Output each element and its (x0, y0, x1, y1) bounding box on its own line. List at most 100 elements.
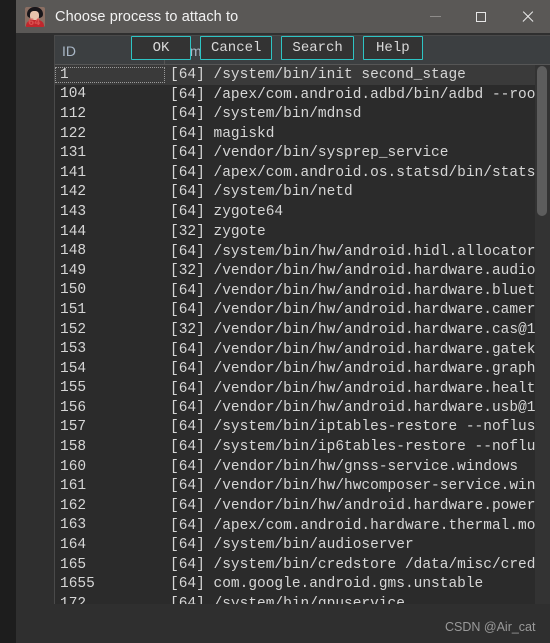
cell-process-id: 162 (60, 497, 87, 514)
table-row[interactable]: 1 [64] /system/bin/init second_stage (55, 65, 536, 85)
table-row[interactable]: 104 [64] /apex/com.android.adbd/bin/adbd … (55, 85, 536, 105)
help-button[interactable]: Help (362, 36, 423, 60)
cell-process-name: [32] /vendor/bin/hw/android.hardware.cas… (170, 322, 536, 339)
cell-process-name: [32] zygote (170, 223, 266, 240)
cell-process-name: [64] /apex/com.android.hardware.thermal.… (170, 517, 536, 534)
screen: 64 Choose process to attach to ID 1 [64]… (0, 0, 550, 643)
cell-process-id: 142 (60, 184, 87, 201)
cell-process-id: 156 (60, 399, 87, 416)
close-button[interactable] (504, 0, 550, 33)
cell-process-id: 151 (60, 301, 87, 318)
cell-process-id: 149 (60, 262, 87, 279)
table-row[interactable]: 157 [64] /system/bin/iptables-restore --n… (55, 418, 536, 438)
dialog-content: ID Name 1[64] /system/bin/init second_st… (16, 33, 550, 643)
dialog-buttons: OK Cancel Search Help (131, 36, 423, 60)
close-icon (521, 10, 534, 23)
cell-process-id: 161 (60, 478, 87, 495)
minimize-button[interactable] (412, 0, 458, 33)
table-row[interactable]: 163 [64] /apex/com.android.hardware.therm… (55, 516, 536, 536)
cell-process-id: 122 (60, 125, 87, 142)
app-avatar-icon: 64 (25, 6, 45, 27)
process-list[interactable]: 1 [64] /system/bin/init second_stage 104 [6… (55, 65, 536, 609)
cell-process-id: 157 (60, 419, 87, 436)
cell-process-name: [64] /system/bin/ip6tables-restore --nof… (170, 439, 536, 456)
cell-process-id: 160 (60, 458, 87, 475)
table-row[interactable]: 153 [64] /vendor/bin/hw/android.hardware.… (55, 339, 536, 359)
table-row[interactable]: 165 [64] /system/bin/credstore /data/misc… (55, 555, 536, 575)
cell-process-name: [64] /vendor/bin/hw/android.hardware.hea… (170, 380, 536, 397)
search-button[interactable]: Search (281, 36, 354, 60)
cell-process-name: [64] /vendor/bin/hw/android.hardware.pow… (170, 498, 536, 515)
cell-process-id: 141 (60, 164, 87, 181)
maximize-icon (476, 11, 486, 22)
cell-process-id: 143 (60, 203, 87, 220)
scrollbar-thumb[interactable] (537, 66, 547, 216)
cell-process-id: 152 (60, 321, 87, 338)
cell-process-name: [64] /system/bin/netd (170, 184, 353, 201)
table-row[interactable]: 154 [64] /vendor/bin/hw/android.hardware.… (55, 359, 536, 379)
table-row[interactable]: 161 [64] /vendor/bin/hw/hwcomposer-servic… (55, 476, 536, 496)
cell-process-id: 153 (60, 341, 87, 358)
table-row[interactable]: 141 [64] /apex/com.android.os.statsd/bin/… (55, 163, 536, 183)
cell-process-name: [64] /vendor/bin/sysprep_service (170, 145, 449, 162)
cell-process-name: [64] magiskd (170, 125, 275, 142)
cell-process-id: 131 (60, 145, 87, 162)
cell-process-name: [64] /system/bin/audioserver (170, 537, 414, 554)
cell-process-id: 163 (60, 517, 87, 534)
cell-process-name: [64] /vendor/bin/hw/hwcomposer-service.w… (170, 478, 536, 495)
cell-process-id: 165 (60, 556, 87, 573)
table-row[interactable]: 143 [64] zygote64 (55, 202, 536, 222)
window-title: Choose process to attach to (55, 8, 239, 25)
table-row[interactable]: 131 [64] /vendor/bin/sysprep_service (55, 143, 536, 163)
cell-process-id: 144 (60, 223, 87, 240)
cell-process-id: 1655 (60, 576, 95, 593)
table-row[interactable]: 144 [32] zygote (55, 222, 536, 242)
cell-process-name: [64] /vendor/bin/hw/android.hardware.cam… (170, 302, 536, 319)
cell-process-name: [64] zygote64 (170, 203, 284, 220)
cell-process-name: [64] com.google.android.gms.unstable (170, 576, 484, 593)
title-bar[interactable]: 64 Choose process to attach to (16, 0, 550, 33)
cell-process-name: [64] /system/bin/mdnsd (170, 105, 362, 122)
cell-process-name: [64] /system/bin/init second_stage (170, 66, 466, 83)
table-row[interactable]: 162 [64] /vendor/bin/hw/android.hardware.… (55, 496, 536, 516)
cell-process-id: 112 (60, 105, 87, 122)
window-controls (412, 0, 550, 33)
cell-process-id: 1 (55, 66, 165, 83)
cell-process-name: [64] /apex/com.android.adbd/bin/adbd --r… (170, 86, 536, 103)
table-row[interactable]: 149 [32] /vendor/bin/hw/android.hardware.… (55, 261, 536, 281)
cell-process-id: 158 (60, 439, 87, 456)
table-row[interactable]: 1655 [64] com.google.android.gms.unstable (55, 574, 536, 594)
table-row[interactable]: 122 [64] magiskd (55, 124, 536, 144)
cell-process-name: [64] /vendor/bin/hw/gnss-service.windows (170, 458, 519, 475)
cell-process-id: 154 (60, 360, 87, 377)
cell-process-id: 104 (60, 86, 87, 103)
dialog-window: 64 Choose process to attach to ID 1 [64]… (16, 0, 550, 643)
cell-process-name: [64] /apex/com.android.os.statsd/bin/sta… (170, 164, 536, 181)
cell-process-name: [64] /system/bin/hw/android.hidl.allocat… (170, 243, 536, 260)
cell-process-name: [64] /system/bin/credstore /data/misc/cr… (170, 556, 536, 573)
table-row[interactable]: 160 [64] /vendor/bin/hw/gnss-service.wind… (55, 457, 536, 477)
table-row[interactable]: 152 [32] /vendor/bin/hw/android.hardware.… (55, 320, 536, 340)
minimize-icon (429, 16, 441, 17)
cell-process-name: [64] /vendor/bin/hw/android.hardware.gat… (170, 341, 536, 358)
list-scrollbar[interactable] (535, 65, 550, 609)
process-list-panel: ID Name 1[64] /system/bin/init second_st… (54, 35, 550, 609)
cancel-button[interactable]: Cancel (200, 36, 273, 60)
cell-process-name: [64] /vendor/bin/hw/android.hardware.gra… (170, 361, 536, 378)
table-row[interactable]: 142 [64] /system/bin/netd (55, 183, 536, 203)
table-row[interactable]: 164 [64] /system/bin/audioserver (55, 535, 536, 555)
cell-process-id: 164 (60, 537, 87, 554)
table-row[interactable]: 151 [64] /vendor/bin/hw/android.hardware.… (55, 300, 536, 320)
table-row[interactable]: 158 [64] /system/bin/ip6tables-restore --… (55, 437, 536, 457)
table-row[interactable]: 112 [64] /system/bin/mdnsd (55, 104, 536, 124)
table-row[interactable]: 155 [64] /vendor/bin/hw/android.hardware.… (55, 379, 536, 399)
table-row[interactable]: 156 [64] /vendor/bin/hw/android.hardware.… (55, 398, 536, 418)
cell-process-name: [32] /vendor/bin/hw/android.hardware.aud… (170, 262, 536, 279)
ok-button[interactable]: OK (131, 36, 191, 60)
cell-process-id: 148 (60, 243, 87, 260)
table-row[interactable]: 150 [64] /vendor/bin/hw/android.hardware.… (55, 281, 536, 301)
cell-process-name: [64] /system/bin/iptables-restore --nofl… (170, 419, 536, 436)
table-row[interactable]: 148 [64] /system/bin/hw/android.hidl.allo… (55, 241, 536, 261)
watermark-label: CSDN @Air_cat (445, 620, 536, 634)
maximize-button[interactable] (458, 0, 504, 33)
